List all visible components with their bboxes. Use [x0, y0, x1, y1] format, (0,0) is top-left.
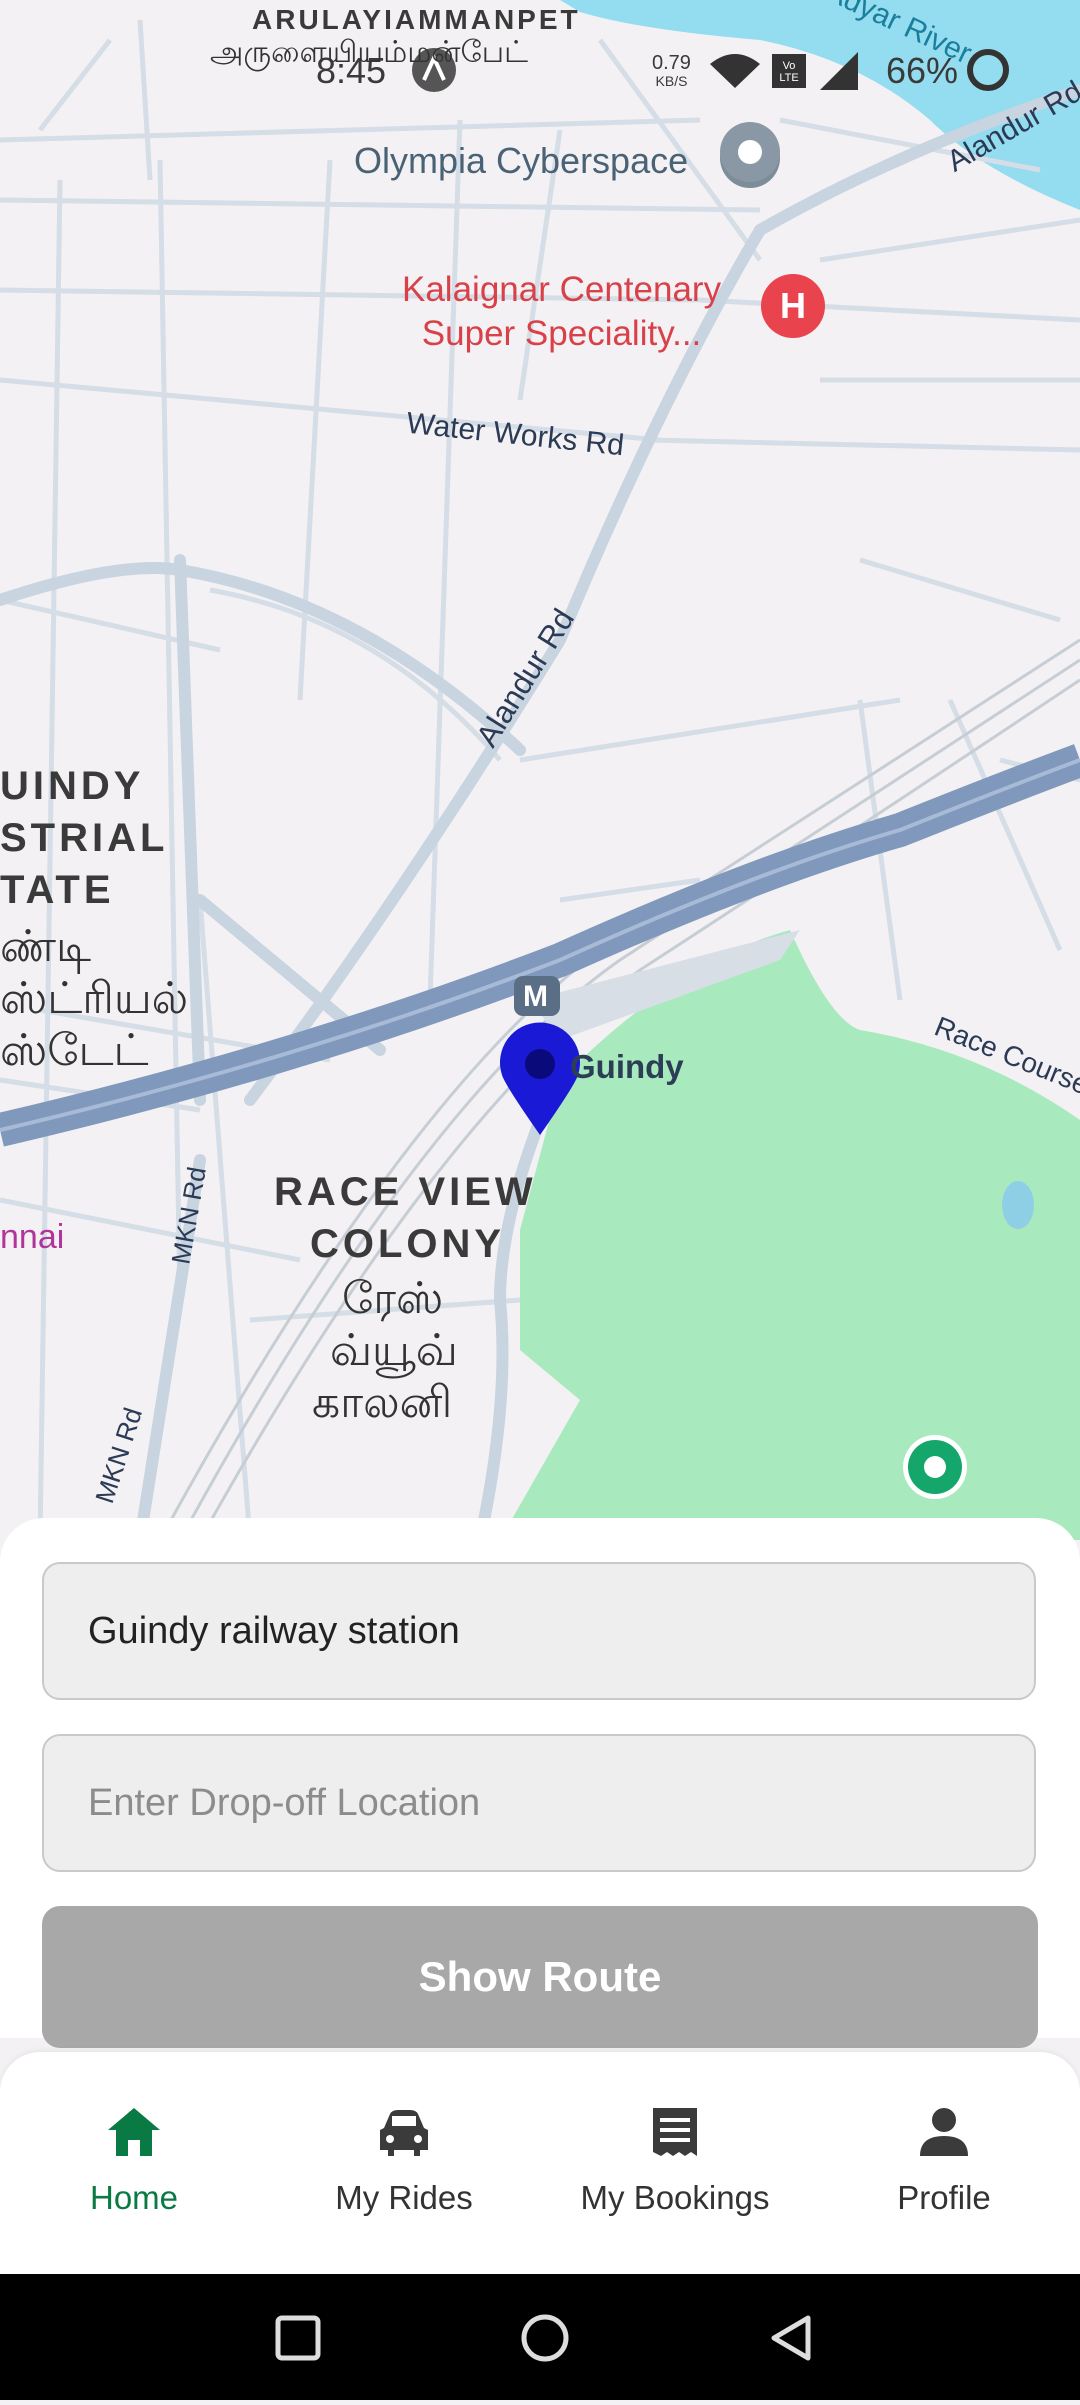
- dropoff-input[interactable]: [88, 1781, 1034, 1825]
- map-label: COLONY: [310, 1222, 506, 1266]
- show-route-button[interactable]: Show Route: [42, 1906, 1038, 2048]
- bottom-nav: Home My Rides My Bookings Profile: [0, 2052, 1080, 2274]
- map-label: ஸ்டேட்: [0, 1026, 149, 1075]
- map-label: வ்யூவ்: [330, 1326, 458, 1375]
- nav-item-my-bookings[interactable]: My Bookings: [555, 2104, 795, 2217]
- nav-item-profile[interactable]: Profile: [824, 2104, 1064, 2217]
- person-icon: [920, 2108, 968, 2156]
- nav-label: Profile: [897, 2179, 991, 2216]
- home-icon: [108, 2108, 160, 2156]
- map-label: காலனி: [312, 1378, 453, 1427]
- nav-label: Home: [89, 2179, 179, 2216]
- pickup-input[interactable]: [88, 1609, 1034, 1653]
- map-label: RACE VIEW: [274, 1170, 537, 1214]
- map-view[interactable]: 8:45 0.79 KB/S Vo LTE 66% ARULAYIAMMANPE…: [0, 0, 1080, 1546]
- map-label: STRIAL: [0, 816, 169, 860]
- map-label: UINDY: [0, 764, 145, 808]
- recents-icon[interactable]: [275, 2315, 321, 2361]
- nav-label: My Rides: [335, 2179, 473, 2216]
- home-circle-icon[interactable]: [521, 2314, 569, 2362]
- map-label: Olympia Cyberspace: [354, 140, 689, 181]
- map-label: nnai: [0, 1218, 65, 1256]
- map-label: ண்டி: [0, 922, 92, 971]
- station-label: Guindy: [570, 1048, 684, 1085]
- car-icon: [380, 2110, 428, 2156]
- nav-item-my-rides[interactable]: My Rides: [284, 2104, 524, 2217]
- map-label: ARULAYIAMMANPET: [252, 4, 581, 35]
- dropoff-field[interactable]: [42, 1734, 1036, 1872]
- pickup-field[interactable]: [42, 1562, 1036, 1700]
- back-icon[interactable]: [771, 2315, 811, 2361]
- nav-item-home[interactable]: Home: [14, 2104, 254, 2217]
- system-nav-bar: [0, 2274, 1080, 2400]
- map-canvas: [0, 0, 1080, 1546]
- hospital-badge-text: H: [780, 285, 806, 326]
- hospital-label: Kalaignar Centenary Super Speciality...: [402, 270, 722, 353]
- receipt-icon: [653, 2108, 697, 2156]
- metro-badge-text: M: [523, 980, 548, 1013]
- map-label: TATE: [0, 868, 115, 912]
- nav-label: My Bookings: [580, 2179, 770, 2216]
- map-label: ரேஸ்: [342, 1274, 444, 1323]
- volte-icon: [772, 54, 806, 88]
- map-label: ஸ்ட்ரியல்: [0, 974, 189, 1023]
- map-label: அருளையியம்மன்பேட்: [210, 36, 528, 69]
